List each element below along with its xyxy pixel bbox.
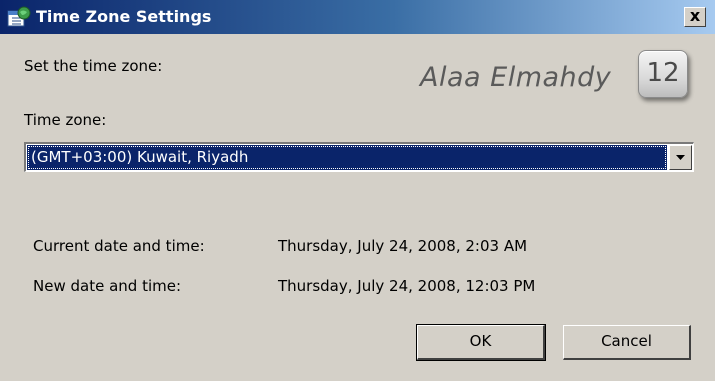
time-zone-selected-value[interactable]: (GMT+03:00) Kuwait, Riyadh <box>27 145 667 170</box>
window-title: Time Zone Settings <box>36 7 212 26</box>
cancel-button[interactable]: Cancel <box>563 325 691 360</box>
new-date-time-label: New date and time: <box>33 277 182 295</box>
current-date-time-value: Thursday, July 24, 2008, 2:03 AM <box>278 237 528 255</box>
dropdown-arrow-button[interactable] <box>669 145 692 170</box>
calendar-globe-icon <box>7 6 31 28</box>
title-bar[interactable]: Time Zone Settings x <box>0 0 715 34</box>
set-time-zone-prompt: Set the time zone: <box>24 57 163 75</box>
chevron-down-icon <box>676 155 685 160</box>
time-zone-settings-dialog: Time Zone Settings x Set the time zone: … <box>0 0 715 381</box>
watermark-badge: 12 <box>638 50 688 98</box>
new-date-time-value: Thursday, July 24, 2008, 12:03 PM <box>278 277 536 295</box>
time-zone-label: Time zone: <box>24 111 107 129</box>
close-button[interactable]: x <box>684 7 706 27</box>
watermark-signature: Alaa Elmahdy <box>420 62 612 93</box>
current-date-time-label: Current date and time: <box>33 237 205 255</box>
close-icon: x <box>689 6 701 25</box>
ok-button[interactable]: OK <box>416 324 546 361</box>
time-zone-dropdown[interactable]: (GMT+03:00) Kuwait, Riyadh <box>24 142 694 172</box>
